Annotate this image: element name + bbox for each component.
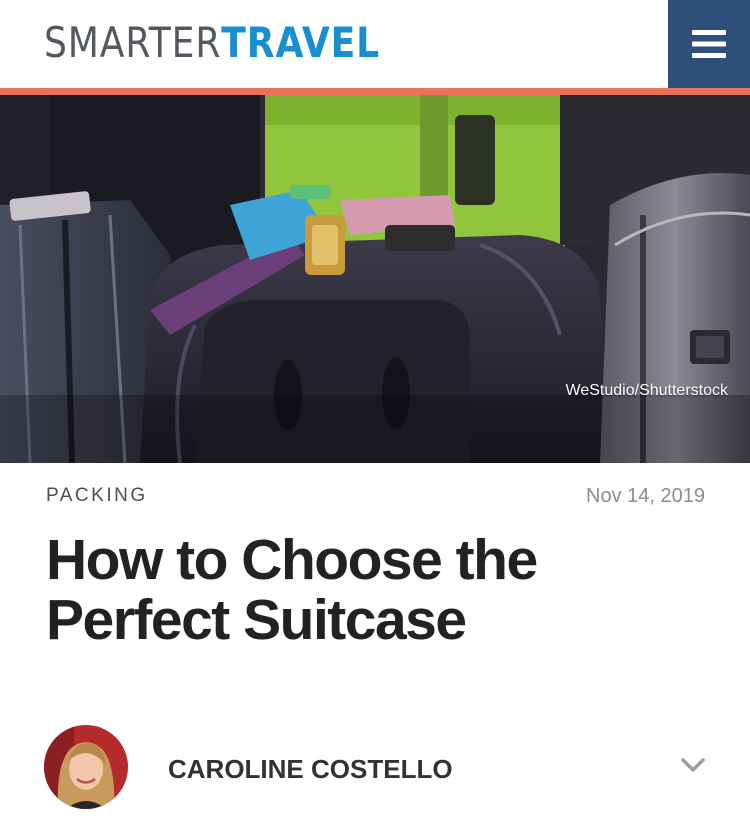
hero-image: WeStudio/Shutterstock	[0, 95, 750, 463]
menu-button[interactable]	[668, 0, 750, 88]
author-name[interactable]: CAROLINE COSTELLO	[168, 754, 453, 785]
site-header: SMARTERTRAVEL	[0, 0, 750, 88]
hamburger-menu-icon	[692, 30, 726, 58]
author-row[interactable]: CAROLINE COSTELLO	[44, 725, 706, 809]
header-accent-rule	[0, 88, 750, 95]
logo-text-smarter: SMARTER	[44, 18, 222, 67]
avatar[interactable]	[44, 725, 128, 809]
article-title: How to Choose the Perfect Suitcase	[46, 528, 538, 652]
logo-text-travel: TRAVEL	[221, 18, 381, 67]
author-photo	[44, 725, 128, 809]
photo-credit: WeStudio/Shutterstock	[565, 382, 728, 399]
suitcases-photo	[0, 95, 750, 463]
article-date: Nov 14, 2019	[586, 485, 705, 507]
article-category[interactable]: PACKING	[46, 485, 148, 507]
chevron-down-icon[interactable]	[680, 755, 706, 775]
site-logo[interactable]: SMARTERTRAVEL	[44, 18, 380, 68]
